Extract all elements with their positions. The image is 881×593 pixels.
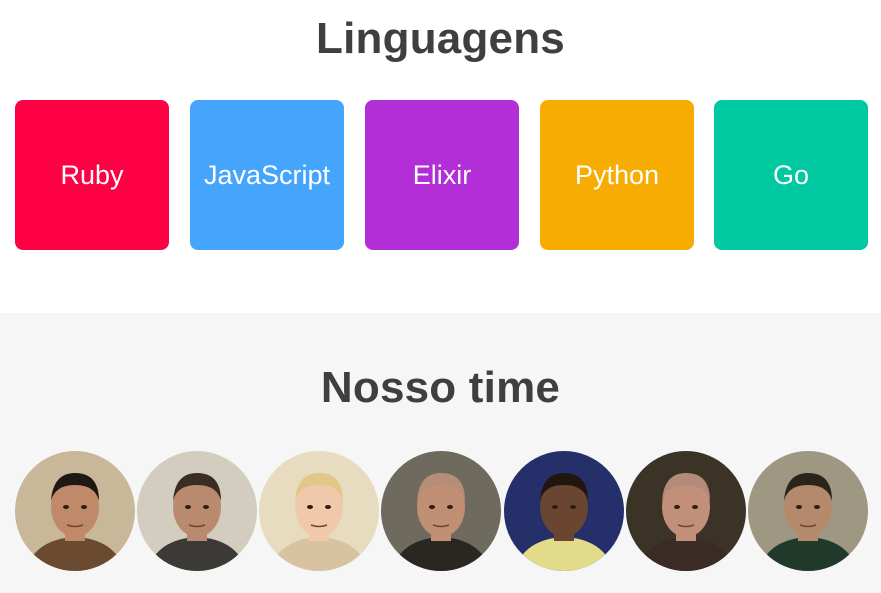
language-card-label: Go (772, 159, 810, 190)
team-member-avatar[interactable] (504, 451, 624, 571)
language-card-label: JavaScript (203, 159, 331, 190)
team-section: Nosso time (0, 313, 881, 593)
team-member-avatar[interactable] (15, 451, 135, 571)
languages-section: Linguagens Ruby JavaScript Elixir Python Go (0, 0, 881, 313)
language-card-ruby[interactable]: Ruby (15, 100, 169, 250)
avatar-photo (504, 451, 624, 571)
team-member-avatar[interactable] (748, 451, 868, 571)
team-member-avatar[interactable] (259, 451, 379, 571)
team-title: Nosso time (320, 363, 561, 412)
language-card-javascript[interactable]: JavaScript (190, 100, 344, 250)
language-card-go[interactable]: Go (714, 100, 868, 250)
language-card-label: Python (574, 159, 660, 190)
team-member-avatar[interactable] (137, 451, 257, 571)
language-card-label: Ruby (60, 159, 124, 190)
avatar-photo (381, 451, 501, 571)
languages-title: Linguagens (316, 14, 565, 63)
language-card-label: Elixir (412, 159, 472, 190)
avatar-photo (748, 451, 868, 571)
team-member-avatar[interactable] (626, 451, 746, 571)
team-member-avatar[interactable] (381, 451, 501, 571)
avatar-photo (626, 451, 746, 571)
avatar-photo (15, 451, 135, 571)
avatar-photo (137, 451, 257, 571)
language-card-python[interactable]: Python (540, 100, 694, 250)
language-card-elixir[interactable]: Elixir (365, 100, 519, 250)
avatar-photo (259, 451, 379, 571)
